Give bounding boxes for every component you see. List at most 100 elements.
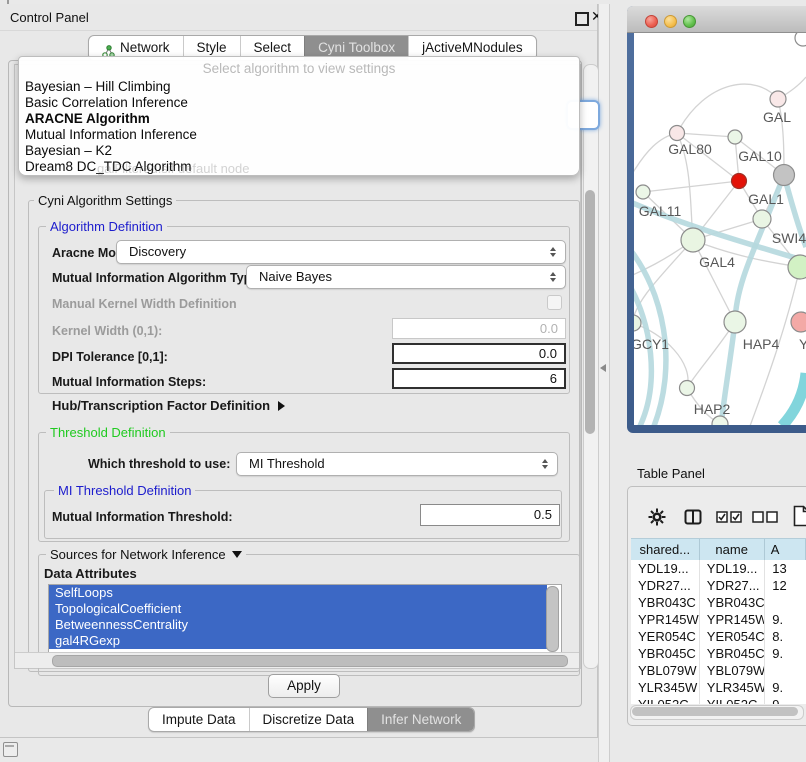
zoom-traffic-light-icon[interactable] <box>683 15 696 28</box>
gear-icon[interactable] <box>648 508 666 526</box>
table-cell: YLR345W <box>700 679 765 696</box>
tab-infer-network[interactable]: Infer Network <box>367 708 474 731</box>
data-attribute-topologicalcoefficient[interactable]: TopologicalCoefficient <box>49 601 547 617</box>
mi-steps-field[interactable]: 6 <box>392 368 566 389</box>
table-row[interactable]: YIL052CYIL052C9 <box>631 696 806 704</box>
algorithm-dropdown-overlay: Select algorithm to view settings Bayesi… <box>18 56 580 176</box>
unchecked-boxes-icon[interactable] <box>752 511 778 523</box>
mi-algorithm-type-select[interactable]: Naive Bayes <box>246 265 566 289</box>
table-cell <box>765 594 806 611</box>
table-cell <box>765 662 806 679</box>
table-row[interactable]: YBR043CYBR043C <box>631 594 806 611</box>
network-edge <box>677 133 735 137</box>
algorithm-option-bayesian-hill-climbing[interactable]: Bayesian – Hill Climbing <box>23 79 575 95</box>
network-view-canvas[interactable]: GALGAL80GAL10GAL11GAL1GAL4SWI4GCY1HAP4YH… <box>634 33 806 425</box>
table-cell: YIL052C <box>631 696 700 704</box>
table-cell: YDL19... <box>700 560 765 577</box>
algorithm-option-bayesian-k2[interactable]: Bayesian – K2 <box>23 143 575 159</box>
background-combobox-text: galFiltered.sif default node <box>97 161 249 176</box>
aracne-mode-select[interactable]: Discovery <box>116 240 566 264</box>
algorithm-option-aracne-algorithm[interactable]: ARACNE Algorithm <box>23 111 575 127</box>
list-scrollbar[interactable] <box>546 586 559 652</box>
horizontal-scrollbar-thumb[interactable] <box>52 655 568 667</box>
aracne-mode-value: Discovery <box>129 244 186 259</box>
network-node-swi4[interactable] <box>788 255 806 279</box>
node-label-gcy1: GCY1 <box>634 336 669 352</box>
table-row[interactable]: YBR045CYBR045C9. <box>631 645 806 662</box>
column-header-name[interactable]: name <box>700 539 765 561</box>
which-threshold-label: Which threshold to use: <box>88 457 230 471</box>
expand-right-icon <box>278 401 285 411</box>
table-hscrollbar-thumb[interactable] <box>632 707 798 716</box>
network-node-gal1[interactable] <box>753 210 771 228</box>
network-node-hap4[interactable] <box>724 311 746 333</box>
network-node-y[interactable] <box>791 312 806 332</box>
table-row[interactable]: YBL079WYBL079W <box>631 662 806 679</box>
data-attribute-betweennesscentrality[interactable]: BetweennessCentrality <box>49 617 547 633</box>
network-edge <box>782 373 806 425</box>
manual-kernel-width-label: Manual Kernel Width Definition <box>52 297 237 311</box>
float-window-icon[interactable] <box>575 12 589 26</box>
minimize-traffic-light-icon[interactable] <box>664 15 677 28</box>
network-node-gal10[interactable] <box>728 130 742 144</box>
title-separator <box>0 30 597 31</box>
network-node-gal[interactable] <box>770 91 786 107</box>
table-cell: YBL079W <box>700 662 765 679</box>
column-header-shared-[interactable]: shared... <box>631 539 700 561</box>
node-label-hap2: HAP2 <box>694 401 731 417</box>
table-cell: YBR043C <box>631 594 700 611</box>
algorithm-option-basic-correlation-inference[interactable]: Basic Correlation Inference <box>23 95 575 111</box>
kernel-width-label: Kernel Width (0,1): <box>52 324 162 338</box>
tab-impute-data[interactable]: Impute Data <box>149 708 249 731</box>
table-row[interactable]: YDR27...YDR27...12 <box>631 577 806 594</box>
cyni-algorithm-settings-legend: Cyni Algorithm Settings <box>34 193 176 208</box>
table-cell: 9. <box>765 611 806 628</box>
apply-button[interactable]: Apply <box>268 674 340 698</box>
network-node-gcy1[interactable] <box>634 315 641 331</box>
table-cell: YDR27... <box>700 577 765 594</box>
network-node-unlabeled[interactable] <box>712 416 728 425</box>
table-cell: 13 <box>765 560 806 577</box>
which-threshold-select[interactable]: MI Threshold <box>236 452 558 476</box>
dpi-tolerance-label: DPI Tolerance [0,1]: <box>52 350 168 364</box>
mi-threshold-field[interactable]: 0.5 <box>420 504 560 526</box>
table-cell: YDR27... <box>631 577 700 594</box>
checked-boxes-icon[interactable] <box>716 511 742 523</box>
minimized-panel-icon[interactable] <box>3 742 18 757</box>
table-row[interactable]: YDL19...YDL19...13 <box>631 560 806 577</box>
vertical-scrollbar-thumb[interactable] <box>585 190 595 434</box>
network-node-unlabeled[interactable] <box>795 33 806 46</box>
dpi-tolerance-field[interactable]: 0.0 <box>392 343 566 364</box>
table-cell: YER054C <box>700 628 765 645</box>
network-edge <box>634 323 688 388</box>
data-attribute-gal4rgexp[interactable]: gal4RGexp <box>49 633 547 649</box>
manual-kernel-width-checkbox[interactable] <box>547 295 562 310</box>
table-row[interactable]: YLR345WYLR345W9. <box>631 679 806 696</box>
network-node-gal11[interactable] <box>636 185 650 199</box>
tab-discretize-data[interactable]: Discretize Data <box>249 708 368 731</box>
data-attributes-list[interactable]: SelfLoopsTopologicalCoefficientBetweenne… <box>48 584 562 654</box>
table-panel-title: Table Panel <box>637 466 705 481</box>
sources-legend[interactable]: Sources for Network Inference <box>46 547 246 562</box>
table-row[interactable]: YPR145WYPR145W9. <box>631 611 806 628</box>
splitter-collapse-icon[interactable] <box>600 364 606 372</box>
network-node-hap2[interactable] <box>680 381 695 396</box>
table-cell: YBL079W <box>631 662 700 679</box>
close-traffic-light-icon[interactable] <box>645 15 658 28</box>
kernel-width-field: 0.0 <box>392 318 566 339</box>
column-header-a[interactable]: A <box>765 539 806 561</box>
file-icon[interactable] <box>793 505 806 527</box>
table-row[interactable]: YER054CYER054C8. <box>631 628 806 645</box>
mi-algorithm-type-label: Mutual Information Algorithm Type: <box>52 271 262 285</box>
network-node-unlabeled[interactable] <box>774 165 795 186</box>
columns-icon[interactable] <box>684 508 702 526</box>
network-node-unlabeled[interactable] <box>732 174 747 189</box>
node-label-hap4: HAP4 <box>743 336 780 352</box>
hub-definition-expander[interactable]: Hub/Transcription Factor Definition <box>52 398 285 413</box>
data-attribute-selfloops[interactable]: SelfLoops <box>49 585 547 601</box>
network-node-gal4[interactable] <box>681 228 705 252</box>
collapse-down-icon <box>232 551 242 558</box>
bottom-tab-bar: Impute DataDiscretize DataInfer Network <box>148 707 475 732</box>
network-node-gal80[interactable] <box>670 126 685 141</box>
algorithm-option-mutual-information-inference[interactable]: Mutual Information Inference <box>23 127 575 143</box>
